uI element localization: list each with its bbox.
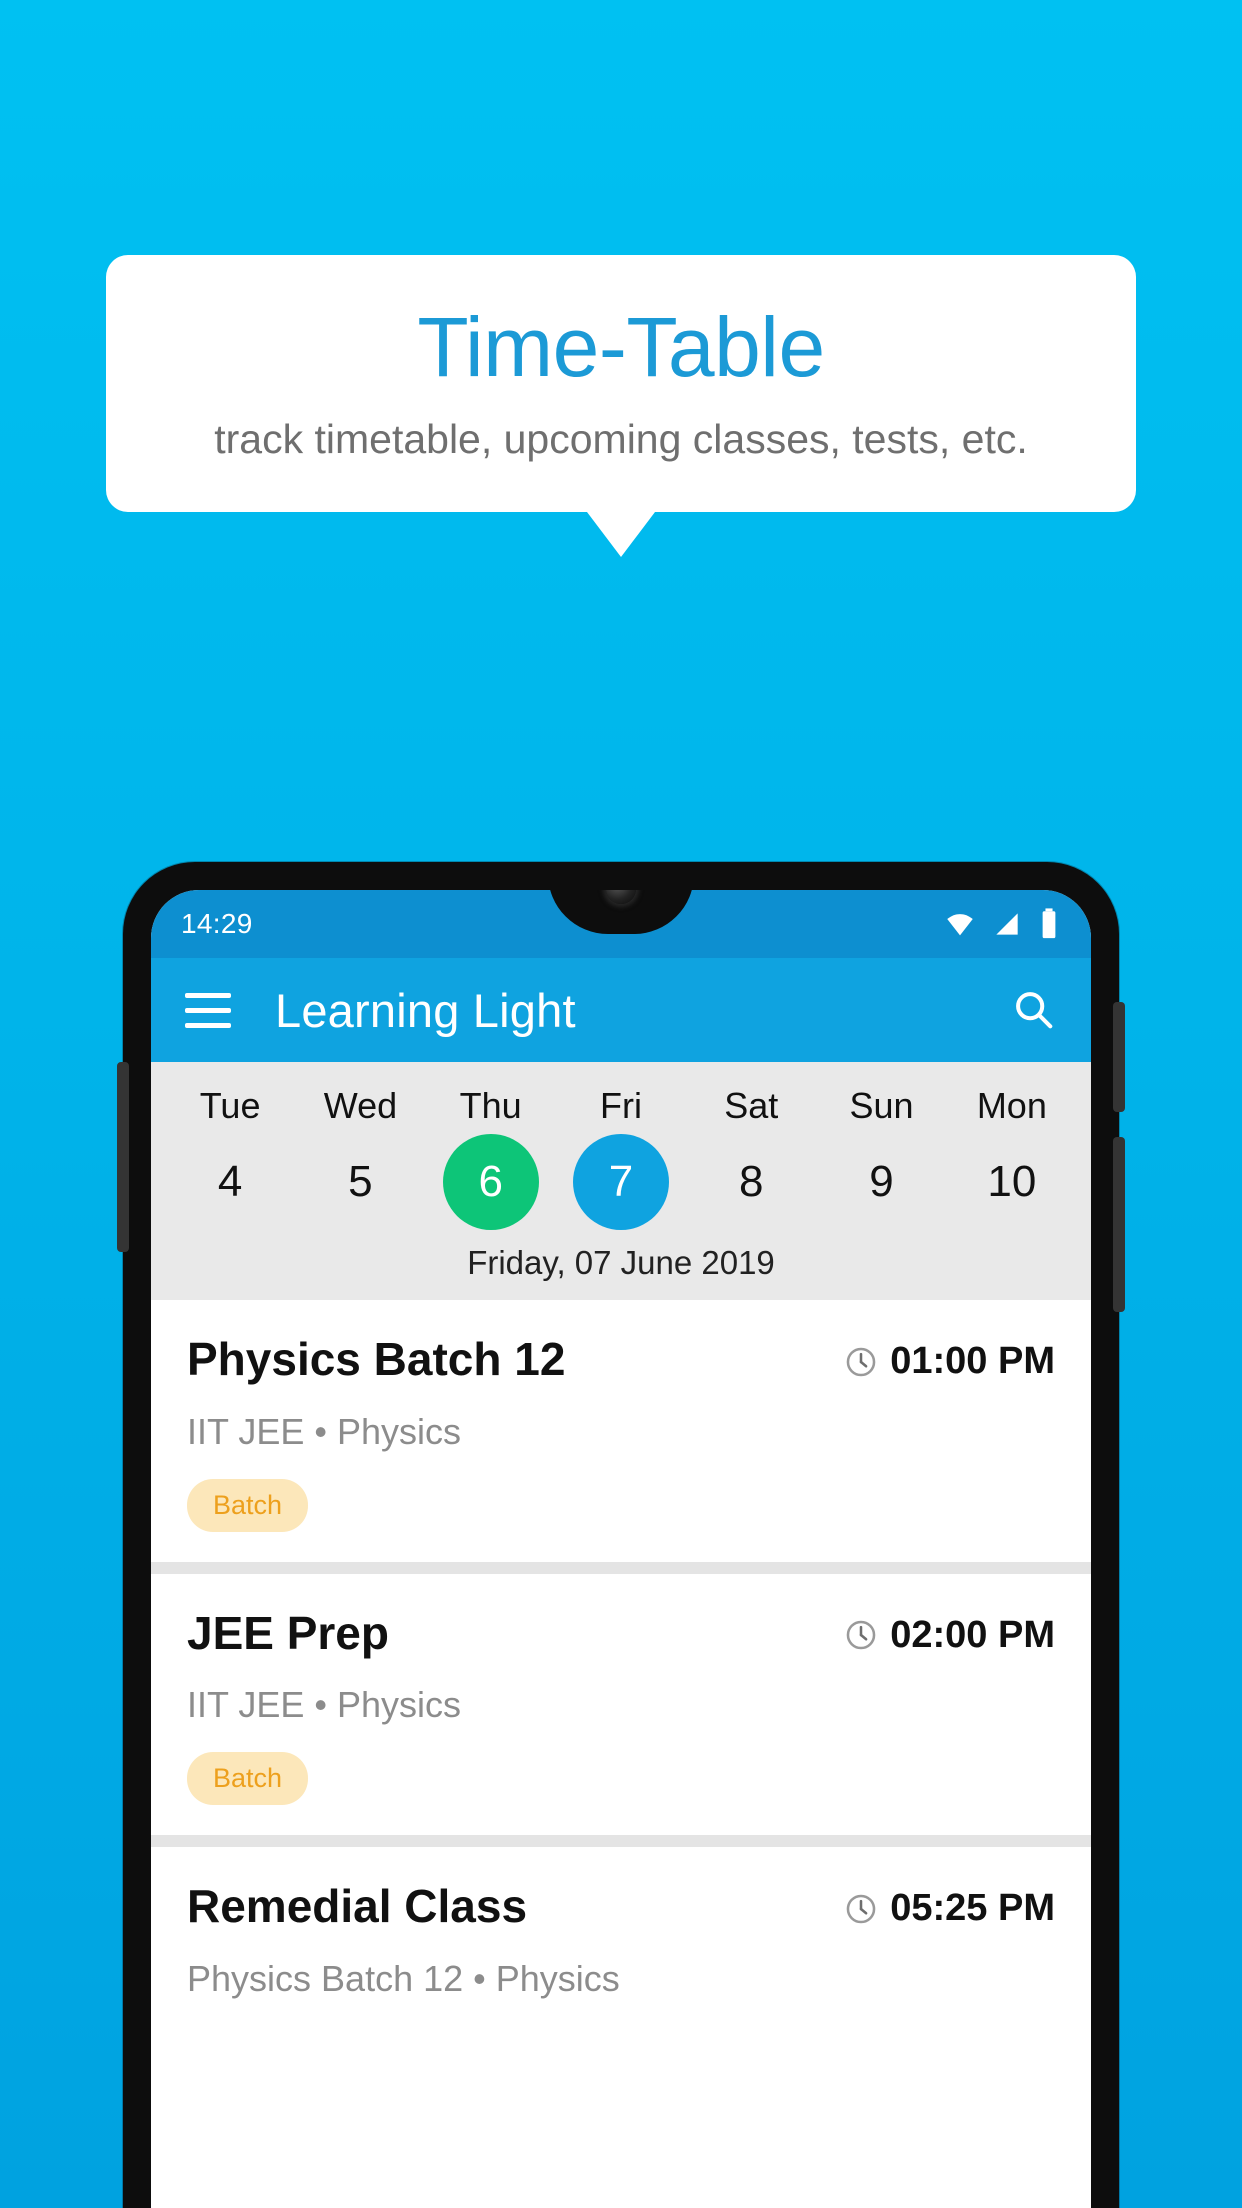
- status-bar-clock: 14:29: [181, 908, 253, 939]
- class-title: Remedial Class: [187, 1880, 528, 1933]
- status-badge: Batch: [187, 1752, 309, 1806]
- class-card[interactable]: Remedial Class 05:25 PM Physics Batch 12…: [151, 1847, 1091, 2030]
- class-time-text: 05:25 PM: [890, 1887, 1055, 1930]
- day-name: Thu: [459, 1085, 522, 1126]
- date-strip: Tue 4 Wed 5 Thu 6 Fri 7 Sat 8 Sun 9 Mon …: [151, 1062, 1091, 1300]
- status-badge: Batch: [187, 1478, 309, 1532]
- date-strip-day[interactable]: Sat 8: [686, 1080, 816, 1230]
- day-name: Fri: [599, 1085, 642, 1126]
- selected-date-label: Friday, 07 June 2019: [467, 1244, 775, 1281]
- hamburger-menu-icon[interactable]: [185, 992, 231, 1028]
- day-number: 4: [217, 1157, 243, 1206]
- day-number-wrap: 5: [295, 1134, 425, 1230]
- class-card[interactable]: Physics Batch 12 01:00 PM IIT JEE • Phys…: [151, 1300, 1091, 1562]
- date-strip-day[interactable]: Tue 4: [165, 1080, 295, 1230]
- phone-side-button-right-lower: [1113, 1137, 1125, 1312]
- status-bar-icons: [943, 907, 1061, 941]
- class-time-text: 01:00 PM: [890, 1340, 1055, 1382]
- class-card-header: Physics Batch 12 01:00 PM: [187, 1334, 1055, 1385]
- day-number-wrap: 8: [686, 1134, 816, 1230]
- day-name: Sun: [849, 1085, 914, 1126]
- day-name: Wed: [323, 1085, 398, 1126]
- day-number-wrap: 4: [165, 1134, 295, 1230]
- front-camera-icon: [606, 890, 636, 904]
- battery-icon: [1042, 908, 1056, 939]
- phone-side-button-right-upper: [1113, 1002, 1125, 1112]
- date-strip-day[interactable]: Mon 10: [947, 1080, 1077, 1230]
- phone-screen: 14:29 Learning Light Tue 4 Wed 5 Thu 6 F…: [151, 890, 1091, 2208]
- status-bar: 14:29: [151, 890, 1091, 958]
- class-time-text: 02:00 PM: [890, 1613, 1055, 1656]
- clock-icon: [846, 1620, 876, 1650]
- day-number: 9: [869, 1157, 894, 1206]
- day-name: Sat: [724, 1085, 779, 1126]
- day-number-today: 6: [442, 1134, 539, 1230]
- day-name: Tue: [199, 1085, 261, 1126]
- signal-icon: [996, 913, 1018, 935]
- page-title: Time-Table: [417, 300, 825, 394]
- promo-banner: Time-Table track timetable, upcoming cla…: [0, 255, 1242, 558]
- phone-notch: [548, 890, 694, 934]
- clock-icon: [846, 1894, 876, 1923]
- phone-mockup: 14:29 Learning Light Tue 4 Wed 5 Thu 6 F…: [117, 862, 1125, 2208]
- day-number: 10: [987, 1157, 1037, 1206]
- day-number-selected: 7: [572, 1134, 669, 1230]
- promo-bubble: Time-Table track timetable, upcoming cla…: [106, 255, 1136, 558]
- class-time: 01:00 PM: [844, 1334, 1055, 1383]
- day-name: Mon: [976, 1085, 1047, 1126]
- day-number-wrap: 9: [816, 1134, 946, 1230]
- class-card-header: Remedial Class 05:25 PM: [187, 1881, 1055, 1932]
- class-list[interactable]: Physics Batch 12 01:00 PM IIT JEE • Phys…: [151, 1300, 1091, 2030]
- date-strip-days: Tue 4 Wed 5 Thu 6 Fri 7 Sat 8 Sun 9 Mon …: [151, 1080, 1091, 1230]
- class-subtitle: Physics Batch 12 • Physics: [187, 1957, 620, 1999]
- phone-side-button-left: [117, 1062, 129, 1252]
- date-strip-day[interactable]: Fri 7: [556, 1080, 686, 1230]
- day-number: 5: [348, 1157, 373, 1206]
- app-bar: Learning Light: [151, 958, 1091, 1062]
- day-number: 8: [739, 1157, 764, 1206]
- class-title: JEE Prep: [187, 1606, 389, 1659]
- promo-subtitle: track timetable, upcoming classes, tests…: [214, 416, 1028, 463]
- clock-icon: [846, 1347, 876, 1376]
- day-number-wrap: 7: [556, 1134, 686, 1230]
- search-icon[interactable]: [1011, 987, 1057, 1033]
- class-card-header: JEE Prep 02:00 PM: [187, 1606, 1055, 1659]
- class-subtitle: IIT JEE • Physics: [187, 1684, 462, 1726]
- day-number-wrap: 10: [947, 1134, 1077, 1230]
- bubble-tail: [587, 512, 655, 558]
- app-bar-title: Learning Light: [275, 983, 576, 1037]
- class-subtitle: IIT JEE • Physics: [187, 1410, 462, 1452]
- date-strip-day[interactable]: Wed 5: [295, 1080, 425, 1230]
- class-card[interactable]: JEE Prep 02:00 PM IIT JEE • Physics Batc…: [151, 1573, 1091, 1836]
- date-strip-day[interactable]: Sun 9: [816, 1080, 946, 1230]
- class-time: 05:25 PM: [844, 1881, 1055, 1930]
- wifi-icon: [947, 914, 973, 936]
- date-strip-day[interactable]: Thu 6: [426, 1080, 556, 1230]
- class-title: Physics Batch 12: [187, 1333, 566, 1385]
- class-time: 02:00 PM: [844, 1608, 1055, 1657]
- day-number-wrap: 6: [426, 1134, 556, 1230]
